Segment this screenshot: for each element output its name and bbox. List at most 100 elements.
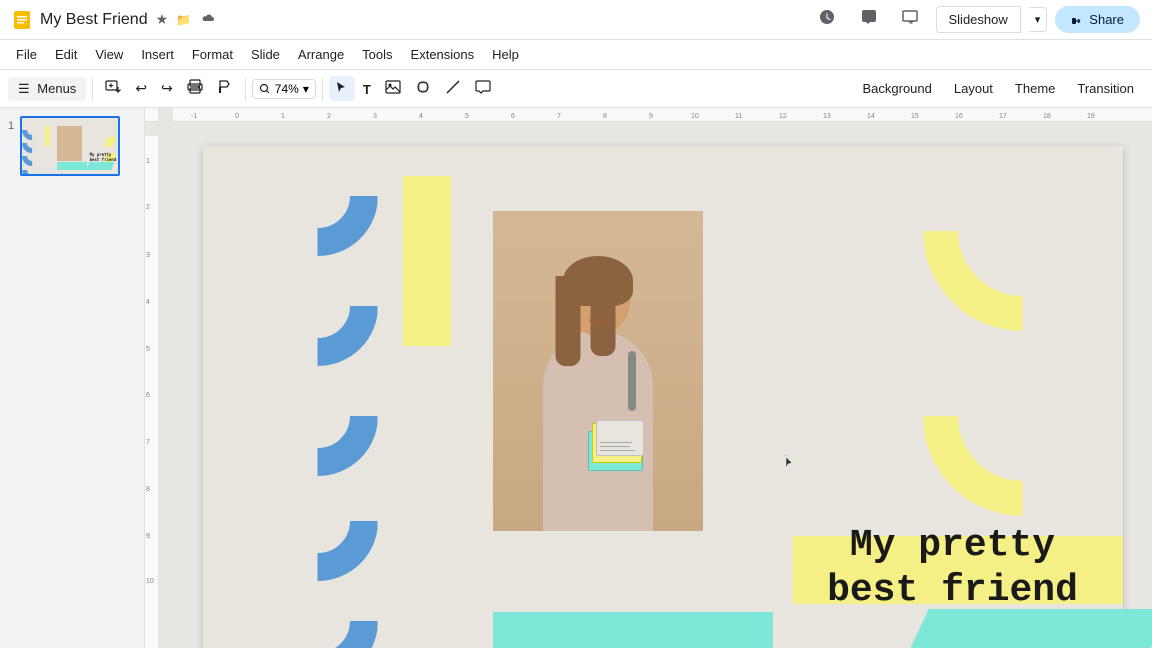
zoom-control[interactable]: 74% ▾ xyxy=(252,79,316,99)
transition-button[interactable]: Transition xyxy=(1067,77,1144,100)
share-button[interactable]: Share xyxy=(1055,6,1140,33)
slide-text-line2: best friend xyxy=(793,568,1113,614)
slide-panel[interactable]: 1 My prettybest friend xyxy=(0,108,145,648)
menu-view[interactable]: View xyxy=(87,44,131,65)
print-button[interactable] xyxy=(181,75,209,102)
ruler-vmark-2: 2 xyxy=(146,204,150,211)
line-tool-button[interactable] xyxy=(439,75,467,102)
ruler-mark-4: 4 xyxy=(419,113,423,120)
mini-slide-title: My prettybest friend xyxy=(90,152,117,162)
cursor-tool-button[interactable] xyxy=(329,76,355,101)
menu-format[interactable]: Format xyxy=(184,44,241,65)
blue-arc-4 xyxy=(258,461,378,581)
mini-yellow-rect xyxy=(45,126,50,146)
teal-parallelogram xyxy=(903,609,1152,648)
star-icon[interactable]: ★ xyxy=(156,11,169,28)
ruler-mark-0: 0 xyxy=(235,113,239,120)
menu-arrange[interactable]: Arrange xyxy=(290,44,352,65)
add-slide-button[interactable] xyxy=(99,75,127,102)
ruler-mark-15: 15 xyxy=(911,113,919,120)
menu-help[interactable]: Help xyxy=(484,44,527,65)
slide-scroll-area[interactable]: My pretty best friend xyxy=(159,122,1152,648)
menu-file[interactable]: File xyxy=(8,44,45,65)
doc-title[interactable]: My Best Friend xyxy=(40,11,148,29)
slide-thumb-canvas: My prettybest friend xyxy=(22,118,118,174)
hamburger-icon: ☰ xyxy=(18,81,30,96)
paint-format-button[interactable] xyxy=(211,75,239,102)
ruler-mark-3: 3 xyxy=(373,113,377,120)
ruler-mark-9: 9 xyxy=(649,113,653,120)
text-tool-button[interactable]: T xyxy=(357,77,377,101)
menu-bar: File Edit View Insert Format Slide Arran… xyxy=(0,40,1152,70)
folder-icon[interactable]: 📁 xyxy=(176,13,191,27)
zoom-value: 74% xyxy=(275,82,299,96)
teal-rect-bottom xyxy=(493,612,773,648)
ruler-vmark-3: 3 xyxy=(146,252,150,259)
layout-button[interactable]: Layout xyxy=(944,77,1003,100)
app-logo xyxy=(12,10,32,30)
menus-button[interactable]: ☰ Menus xyxy=(8,77,86,101)
menu-edit[interactable]: Edit xyxy=(47,44,85,65)
ruler-mark-13: 13 xyxy=(823,113,831,120)
ruler-mark-6: 6 xyxy=(511,113,515,120)
mini-blue-arc-1 xyxy=(22,120,42,140)
ruler-mark-12: 12 xyxy=(779,113,787,120)
ruler-vmark-4: 4 xyxy=(146,299,150,306)
menu-slide[interactable]: Slide xyxy=(243,44,288,65)
ruler-mark-1: 1 xyxy=(281,113,285,120)
menu-insert[interactable]: Insert xyxy=(133,44,182,65)
yellow-rect-left xyxy=(403,176,451,346)
mini-teal-rect xyxy=(57,162,87,170)
ruler-mark-18: 18 xyxy=(1043,113,1051,120)
mini-yellow-arc-1 xyxy=(94,126,116,148)
history-button[interactable] xyxy=(810,4,844,35)
ruler-vmark-5: 5 xyxy=(146,346,150,353)
theme-button[interactable]: Theme xyxy=(1005,77,1065,100)
menu-tools[interactable]: Tools xyxy=(354,44,400,65)
blue-arc-2 xyxy=(258,246,378,366)
ruler-mark-7: 7 xyxy=(557,113,561,120)
ruler-vmark-7: 7 xyxy=(146,439,150,446)
slideshow-dropdown-button[interactable]: ▾ xyxy=(1029,7,1048,32)
image-tool-button[interactable] xyxy=(379,75,407,102)
slide-number: 1 xyxy=(8,116,14,132)
undo-button[interactable]: ↩ xyxy=(129,76,153,101)
photo-frame xyxy=(493,211,703,531)
comment-tool-button[interactable] xyxy=(469,75,497,102)
slide-text-line1: My pretty xyxy=(793,523,1113,569)
ruler-mark-19: 19 xyxy=(1087,113,1095,120)
yellow-arc-2 xyxy=(923,316,1123,516)
slideshow-button[interactable]: Slideshow xyxy=(936,6,1021,33)
ruler-mark-10: 10 xyxy=(691,113,699,120)
ruler-vertical: 1 2 3 4 5 6 7 8 9 10 xyxy=(145,136,159,648)
ruler-horizontal: -1 0 1 2 3 4 5 6 7 8 9 10 11 12 xyxy=(173,108,1152,122)
present-button[interactable] xyxy=(894,4,928,35)
background-button[interactable]: Background xyxy=(852,77,941,100)
blue-arc-1 xyxy=(258,136,378,256)
ruler-vmark-10: 10 xyxy=(146,578,154,585)
blue-arc-3 xyxy=(258,356,378,476)
shape-tool-button[interactable] xyxy=(409,75,437,102)
ruler-mark-11: 11 xyxy=(735,113,742,120)
redo-button[interactable]: ↪ xyxy=(155,76,179,101)
ruler-vmark-8: 8 xyxy=(146,486,150,493)
canvas-area[interactable]: -1 0 1 2 3 4 5 6 7 8 9 10 11 12 xyxy=(145,108,1152,648)
comments-button[interactable] xyxy=(852,4,886,35)
zoom-dropdown-icon: ▾ xyxy=(303,82,309,96)
title-right: Slideshow ▾ Share xyxy=(810,4,1141,35)
ruler-mark-14: 14 xyxy=(867,113,875,120)
cursor xyxy=(783,454,793,464)
slide-thumbnail[interactable]: My prettybest friend xyxy=(20,116,120,176)
ruler-vmark-6: 6 xyxy=(146,392,150,399)
separator-2 xyxy=(245,78,246,100)
mini-photo xyxy=(57,126,82,161)
slide-canvas[interactable]: My pretty best friend xyxy=(203,146,1123,648)
slide-title-text[interactable]: My pretty best friend xyxy=(793,523,1113,614)
title-left: My Best Friend ★ 📁 xyxy=(12,10,215,30)
menu-extensions[interactable]: Extensions xyxy=(403,44,483,65)
title-bar: My Best Friend ★ 📁 Slideshow xyxy=(0,0,1152,40)
separator-1 xyxy=(92,78,93,100)
ruler-mark-5: 5 xyxy=(465,113,469,120)
yellow-arc-1 xyxy=(923,131,1123,331)
menus-label: Menus xyxy=(37,81,76,96)
